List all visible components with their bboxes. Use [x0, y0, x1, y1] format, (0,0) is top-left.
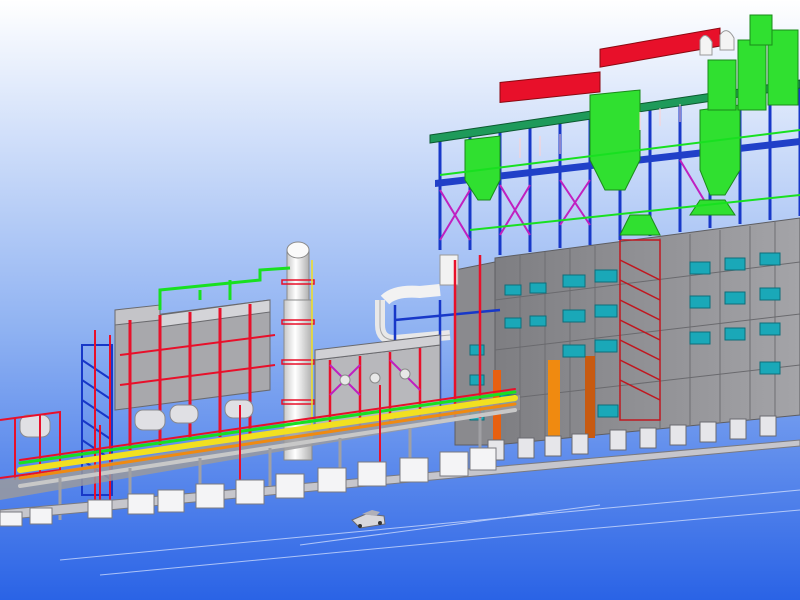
3d-model-viewport[interactable] — [0, 0, 800, 600]
